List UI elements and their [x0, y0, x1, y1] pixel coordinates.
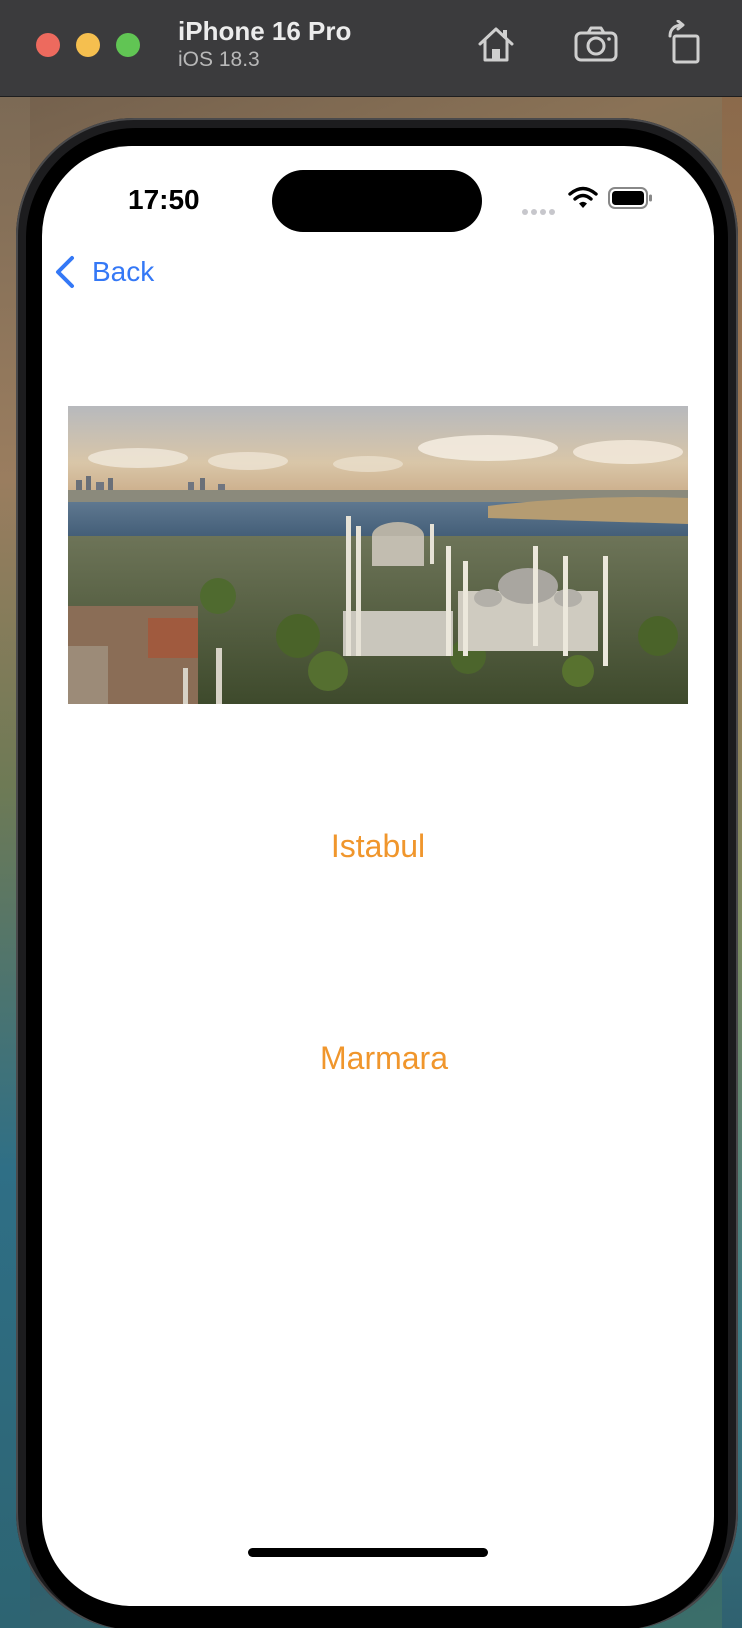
screenshot-button[interactable] — [572, 20, 620, 68]
back-button[interactable]: Back — [52, 250, 154, 294]
chevron-left-icon — [56, 256, 74, 288]
rotate-icon — [668, 19, 700, 64]
region-label: Marmara — [319, 1040, 448, 1076]
city-panorama-image — [68, 406, 688, 704]
home-indicator[interactable] — [248, 1548, 488, 1557]
close-window-button[interactable] — [36, 33, 60, 57]
signal-dots-icon — [522, 202, 558, 220]
home-button[interactable] — [472, 20, 520, 68]
minimize-window-button[interactable] — [76, 33, 100, 57]
camera-icon — [574, 26, 618, 62]
battery-icon — [608, 187, 652, 209]
os-version: iOS 18.3 — [178, 48, 260, 71]
rotate-button[interactable] — [662, 19, 710, 68]
home-icon — [478, 27, 514, 62]
status-time: 17:50 — [128, 184, 200, 215]
city-label: Istabul — [330, 828, 426, 864]
dynamic-island — [272, 170, 482, 232]
zoom-window-button[interactable] — [116, 33, 140, 57]
back-label: Back — [92, 256, 155, 287]
phone-screen: 17:50 Back Istabul Marmara — [42, 146, 714, 1606]
device-name: iPhone 16 Pro — [178, 16, 352, 46]
wifi-icon — [568, 186, 598, 208]
simulator-titlebar: iPhone 16 Pro iOS 18.3 — [0, 0, 742, 97]
